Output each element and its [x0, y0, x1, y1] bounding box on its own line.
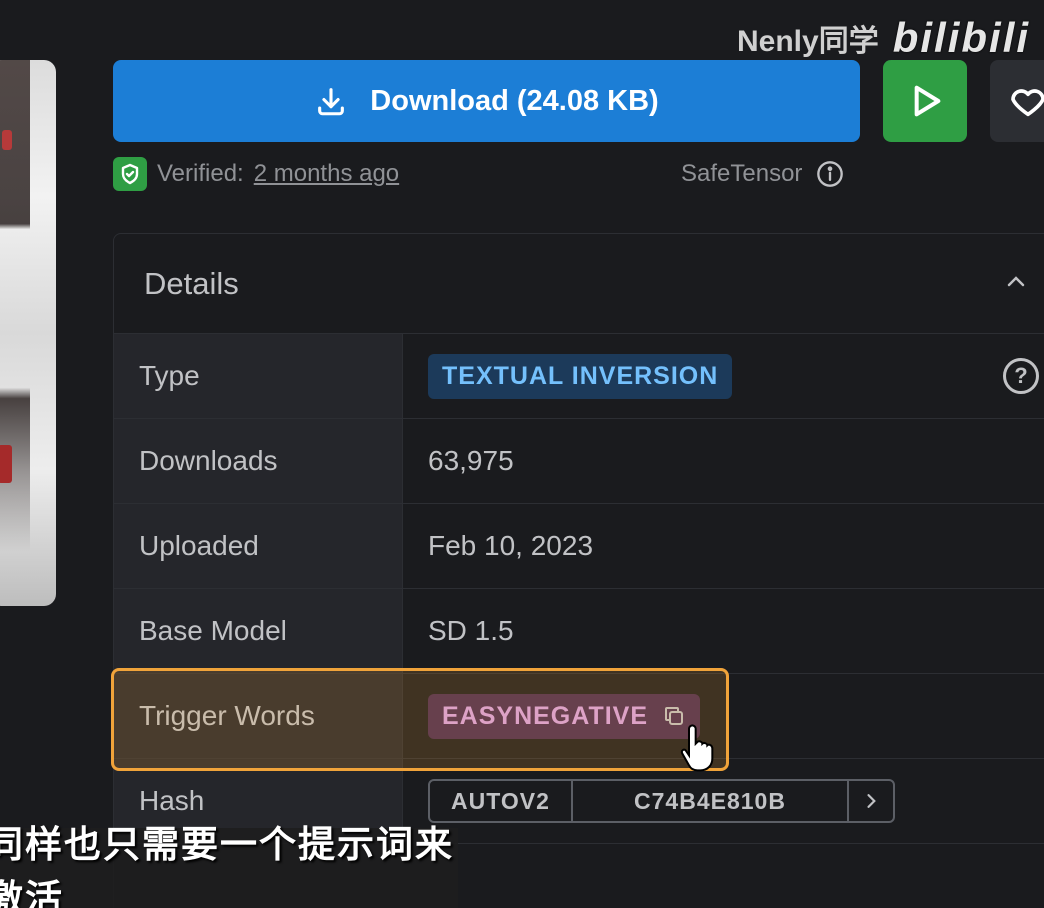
help-icon[interactable]: ?	[1003, 358, 1039, 394]
row-value: 63,975	[428, 445, 514, 476]
heart-icon	[1011, 89, 1044, 117]
shield-check-icon	[113, 157, 147, 191]
subtitle-text: 同样也只需要一个提示词来激活	[0, 824, 454, 908]
video-watermark: Nenly同学 bilibili	[737, 14, 1030, 62]
hash-group: AUTOV2 C74B4E810B	[428, 779, 895, 823]
hand-cursor-icon	[680, 724, 714, 772]
details-row-type: Type TEXTUAL INVERSION ?	[114, 334, 1044, 419]
row-value: TEXTUAL INVERSION ?	[403, 334, 1044, 418]
row-key: Downloads	[114, 419, 403, 503]
run-button[interactable]	[883, 60, 967, 142]
download-icon	[318, 88, 345, 116]
info-icon[interactable]	[816, 160, 844, 188]
format-info: SafeTensor	[681, 156, 844, 192]
row-key: Base Model	[114, 589, 403, 673]
details-header[interactable]: Details	[114, 234, 1044, 334]
hash-value[interactable]: C74B4E810B	[573, 781, 849, 821]
chevron-right-icon	[867, 794, 876, 808]
preview-ribbon-top	[2, 130, 12, 150]
verified-label: Verified:	[157, 160, 244, 187]
watermark-author: Nenly同学	[737, 25, 879, 58]
row-key: Type	[114, 334, 403, 418]
model-preview-image[interactable]	[0, 60, 56, 606]
trigger-word-text: EASYNEGATIVE	[442, 701, 649, 730]
details-row-uploaded: Uploaded Feb 10, 2023	[114, 504, 1044, 589]
play-icon	[914, 85, 941, 117]
video-subtitle: 同样也只需要一个提示词来激活	[0, 824, 458, 908]
details-panel: Details Type TEXTUAL INVERSION ? Downloa…	[113, 233, 1044, 908]
row-value: AUTOV2 C74B4E810B	[403, 759, 1044, 843]
row-key: Trigger Words	[114, 674, 403, 758]
row-key: Uploaded	[114, 504, 403, 588]
type-badge: TEXTUAL INVERSION	[428, 353, 733, 399]
chevron-up-icon[interactable]	[1004, 270, 1028, 294]
hash-next-button[interactable]	[849, 781, 893, 821]
format-label: SafeTensor	[681, 160, 803, 187]
trigger-word-badge[interactable]: EASYNEGATIVE	[428, 693, 701, 739]
row-value: Feb 10, 2023	[428, 530, 594, 561]
row-value: SD 1.5	[428, 615, 514, 646]
preview-ribbon	[0, 445, 12, 483]
download-label: Download (24.08 KB)	[370, 84, 659, 117]
details-row-downloads: Downloads 63,975	[114, 419, 1044, 504]
details-row-base-model: Base Model SD 1.5	[114, 589, 1044, 674]
favorite-button[interactable]	[990, 60, 1044, 142]
row-value: EASYNEGATIVE	[403, 674, 1044, 758]
details-row-trigger-words: Trigger Words EASYNEGATIVE	[114, 674, 1044, 759]
details-title: Details	[144, 265, 239, 301]
verified-time-link[interactable]: 2 months ago	[254, 160, 399, 188]
download-button[interactable]: Download (24.08 KB)	[113, 60, 860, 142]
verified-status: Verified: 2 months ago	[113, 156, 399, 192]
watermark-site: bilibili	[892, 14, 1031, 61]
